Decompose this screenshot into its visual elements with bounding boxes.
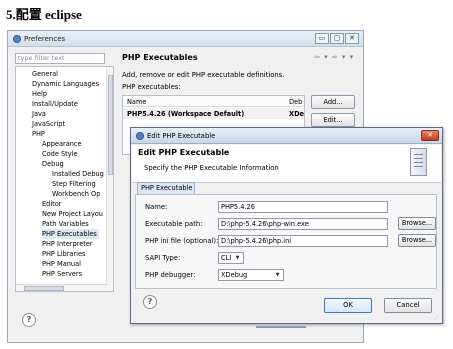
sapi-type-label: SAPI Type: — [145, 254, 181, 262]
resize-grip[interactable]: ⋰ — [434, 315, 441, 322]
tree-item-install-update[interactable]: Install/Update — [32, 99, 78, 109]
preferences-titlebar: Preferences ▭ ▢ ✕ — [8, 31, 363, 47]
server-icon — [410, 148, 427, 176]
page-description: Add, remove or edit PHP executable defin… — [122, 71, 285, 79]
exe-path-field[interactable]: D:\php-5.4.26\php-win.exe — [218, 218, 388, 230]
window-controls: ▭ ▢ ✕ — [315, 33, 359, 44]
tree-item-php-servers[interactable]: PHP Servers — [42, 269, 82, 279]
chevron-down-icon: ▼ — [235, 255, 240, 261]
executable-debugger: XDe — [289, 110, 305, 118]
sapi-type-value: CLI — [221, 254, 232, 262]
tree-item-editor[interactable]: Editor — [42, 199, 62, 209]
cancel-button[interactable]: Cancel — [384, 298, 432, 313]
tree-vertical-scrollbar[interactable] — [106, 67, 113, 291]
preferences-title: Preferences — [24, 35, 66, 43]
tree-item-php-executables[interactable]: PHP Executables — [42, 229, 99, 239]
name-field[interactable]: PHP5.4.26 — [218, 201, 388, 213]
tree-item-appearance[interactable]: Appearance — [42, 139, 82, 149]
help-icon[interactable]: ? — [22, 313, 36, 327]
tree-item-php-manual[interactable]: PHP Manual — [42, 259, 81, 269]
scroll-thumb[interactable] — [108, 75, 113, 175]
table-row[interactable]: PHP5.4.26 (Workspace Default) XDe — [123, 108, 304, 119]
tree-item-installed-debuggers[interactable]: Installed Debug — [52, 169, 104, 179]
edit-php-executable-dialog: Edit PHP Executable ✕ Edit PHP Executabl… — [130, 127, 443, 324]
eclipse-icon — [13, 35, 21, 43]
ok-button-edge — [256, 326, 306, 328]
ok-button[interactable]: OK — [324, 298, 372, 313]
tree-item-code-style[interactable]: Code Style — [42, 149, 78, 159]
tree-item-php[interactable]: PHP — [32, 129, 45, 139]
executables-label: PHP executables: — [122, 83, 181, 91]
maximize-button[interactable]: ▢ — [330, 33, 344, 44]
sapi-type-select[interactable]: CLI ▼ — [218, 252, 244, 264]
tree-item-path-variables[interactable]: Path Variables — [42, 219, 89, 229]
table-header: Name Deb — [123, 96, 304, 107]
page-title: PHP Executables — [122, 53, 198, 62]
scroll-thumb[interactable] — [24, 286, 64, 291]
php-debugger-select[interactable]: XDebug ▼ — [218, 269, 284, 281]
dialog-subtitle: Specify the PHP Executable Information — [144, 164, 279, 172]
tree-item-help[interactable]: Help — [32, 89, 47, 99]
tree-item-javascript[interactable]: JavaScript — [32, 119, 65, 129]
dialog-title: Edit PHP Executable — [147, 132, 216, 140]
tree-item-dynamic-languages[interactable]: Dynamic Languages — [32, 79, 99, 89]
dialog-titlebar: Edit PHP Executable ✕ — [131, 128, 442, 144]
tree-item-php-libraries[interactable]: PHP Libraries — [42, 249, 85, 259]
close-button[interactable]: ✕ — [345, 33, 359, 44]
tree-item-step-filtering[interactable]: Step Filtering — [52, 179, 96, 189]
column-name[interactable]: Name — [127, 98, 146, 106]
tree-item-workbench-options[interactable]: Workbench Op — [52, 189, 100, 199]
add-button[interactable]: Add... — [311, 95, 355, 109]
browse-ini-button[interactable]: Browse... — [398, 234, 436, 247]
edit-button[interactable]: Edit... — [311, 113, 355, 127]
tab-php-executable[interactable]: PHP Executable — [137, 182, 195, 194]
tab-panel: Name: PHP5.4.26 Executable path: D:\php-… — [135, 194, 437, 289]
php-debugger-label: PHP debugger: — [145, 271, 196, 279]
php-debugger-value: XDebug — [221, 271, 248, 279]
ini-file-field[interactable]: D:\php-5.4.26\php.ini — [218, 235, 388, 247]
minimize-button[interactable]: ▭ — [315, 33, 329, 44]
exe-path-label: Executable path: — [145, 220, 203, 228]
dialog-banner: Edit PHP Executable Specify the PHP Exec… — [132, 145, 441, 183]
tree-horizontal-scrollbar[interactable] — [16, 284, 108, 291]
preferences-tree: General Dynamic Languages Help Install/U… — [15, 66, 114, 292]
tree-item-php-interpreter[interactable]: PHP Interpreter — [42, 239, 93, 249]
column-debugger[interactable]: Deb — [289, 98, 302, 106]
navigation-arrows[interactable]: ⇦ ▾ ⇨ ▾ ▾ — [314, 53, 354, 61]
dialog-heading: Edit PHP Executable — [138, 148, 230, 157]
browse-exe-button[interactable]: Browse... — [398, 217, 436, 230]
tree-item-java[interactable]: Java — [32, 109, 46, 119]
tree-item-general[interactable]: General — [32, 69, 58, 79]
tree-item-new-project-layout[interactable]: New Project Layou — [42, 209, 103, 219]
name-label: Name: — [145, 203, 168, 211]
page-heading: 5.配置 eclipse — [6, 7, 82, 22]
eclipse-icon — [136, 132, 144, 140]
tree-item-debug[interactable]: Debug — [42, 159, 64, 169]
executable-name: PHP5.4.26 (Workspace Default) — [127, 110, 245, 118]
chevron-down-icon: ▼ — [275, 272, 280, 278]
filter-input[interactable]: type filter text — [15, 53, 105, 64]
dialog-close-button[interactable]: ✕ — [421, 130, 439, 141]
help-icon[interactable]: ? — [143, 295, 157, 309]
ini-file-label: PHP ini file (optional): — [145, 237, 219, 245]
